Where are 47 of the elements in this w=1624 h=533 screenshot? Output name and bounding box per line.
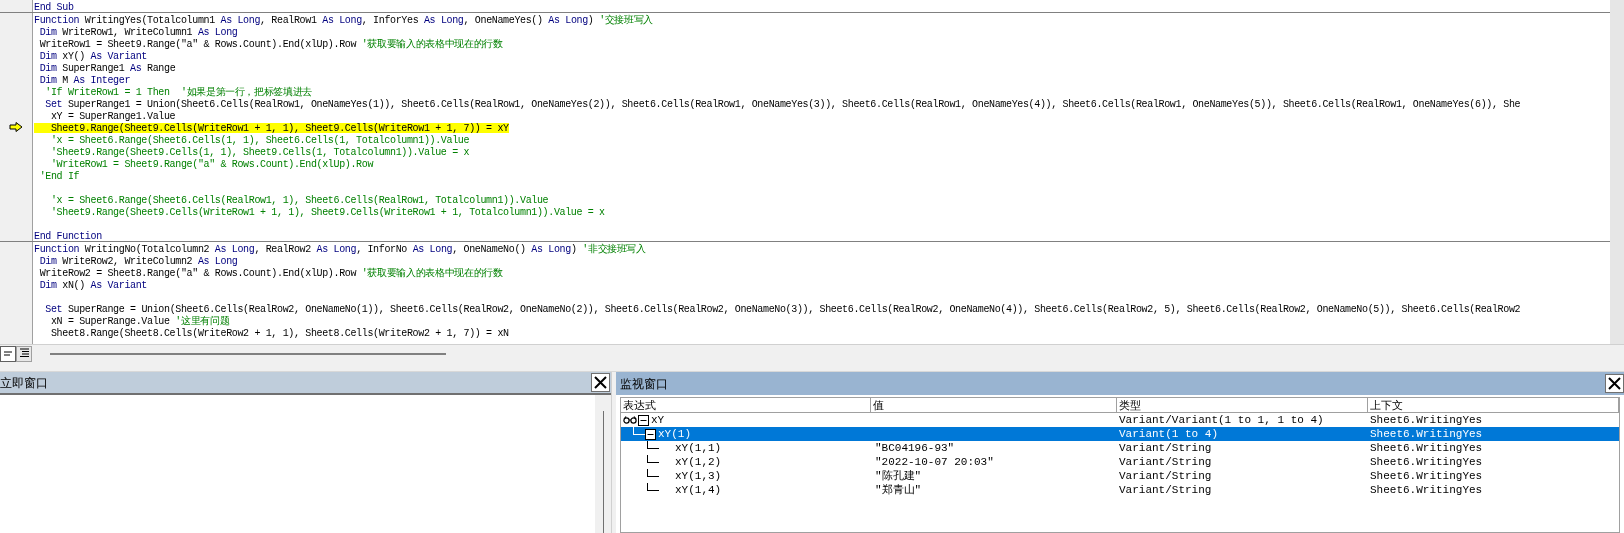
column-header[interactable]: 表达式 — [621, 398, 871, 412]
watch-value: "郑青山" — [875, 484, 922, 496]
watch-expression: xY(1,2) — [675, 455, 722, 469]
watch-type: Variant/String — [1119, 456, 1212, 468]
tree-connector — [647, 469, 659, 477]
collapse-icon[interactable] — [638, 414, 649, 426]
watch-context: Sheet6.WritingYes — [1370, 456, 1483, 468]
column-header[interactable]: 上下文 — [1368, 398, 1619, 412]
watch-value: "BC04196-93" — [875, 442, 955, 454]
watch-context: Sheet6.WritingYes — [1370, 470, 1483, 482]
watch-row[interactable]: xY(1) Variant(1 to 4) Sheet6.WritingYes — [621, 427, 1619, 441]
module-view-button[interactable] — [16, 345, 32, 362]
tree-connector — [647, 455, 659, 463]
close-icon — [594, 376, 607, 389]
procedure-view-button[interactable] — [0, 345, 16, 362]
column-header[interactable]: 值 — [871, 398, 1117, 412]
watch-expression: xY(1,1) — [675, 441, 722, 455]
tree-connector — [647, 441, 659, 449]
watch-expression: xY(1,4) — [675, 483, 722, 497]
lines-icon — [3, 350, 13, 357]
panel-title: 监视窗口 — [620, 375, 668, 393]
tree-connector — [647, 483, 659, 491]
watch-context: Sheet6.WritingYes — [1370, 484, 1483, 496]
watch-value: "陈孔建" — [875, 470, 922, 482]
watch-expression: xY — [651, 413, 665, 427]
close-button[interactable] — [591, 373, 610, 392]
watch-type: Variant(1 to 4) — [1119, 428, 1219, 440]
watch-type: Variant/String — [1119, 442, 1212, 454]
watch-type: Variant/String — [1119, 470, 1212, 482]
watch-expression: xY(1) — [658, 427, 691, 441]
watch-context: Sheet6.WritingYes — [1370, 414, 1483, 426]
close-icon — [1608, 377, 1621, 390]
vertical-scrollbar[interactable] — [1610, 0, 1624, 344]
scrollbar-thumb[interactable] — [50, 352, 446, 355]
watch-value: "2022-10-07 20:03" — [875, 456, 994, 468]
watch-context: Sheet6.WritingYes — [1370, 442, 1483, 454]
column-header[interactable]: 类型 — [1117, 398, 1368, 412]
watch-expression: xY(1,3) — [675, 469, 722, 483]
watch-context: Sheet6.WritingYes — [1370, 428, 1483, 440]
collapse-icon[interactable] — [645, 428, 656, 440]
panel-title: 立即窗口 — [0, 374, 48, 392]
watch-type: Variant/String — [1119, 484, 1212, 496]
vertical-scrollbar[interactable] — [595, 395, 611, 533]
lines-icon — [18, 348, 30, 359]
close-button[interactable] — [1605, 374, 1624, 393]
glasses-icon — [623, 416, 637, 424]
watch-type: Variant/Variant(1 to 1, 1 to 4) — [1119, 414, 1324, 426]
